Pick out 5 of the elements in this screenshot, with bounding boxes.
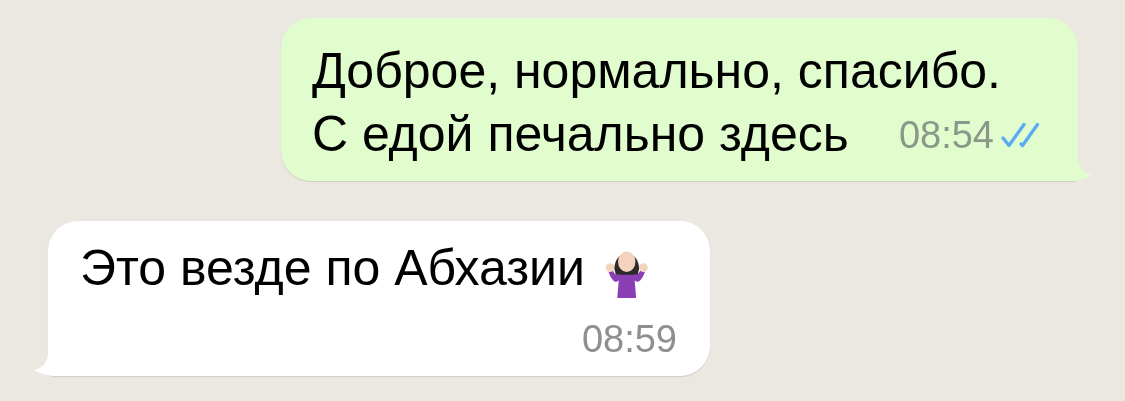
message-time: 08:59 (581, 319, 677, 359)
message-time: 08:54 (898, 114, 994, 155)
message-text: С едой печально здесь (311, 105, 849, 164)
message-text: Доброе, нормально, спасибо. (311, 42, 1001, 101)
message-text: Это везде по Абхазии (80, 239, 585, 298)
